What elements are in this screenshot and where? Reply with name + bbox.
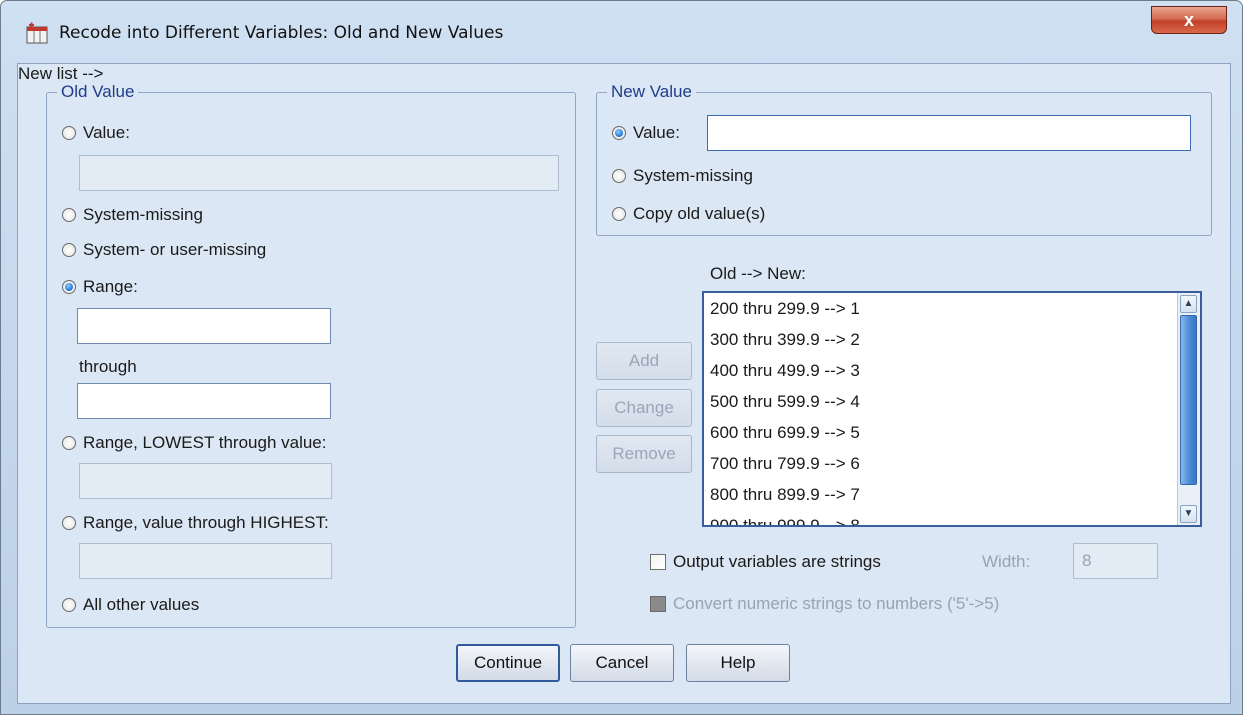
radio-label: Copy old value(s) <box>633 204 766 223</box>
new-value-field[interactable] <box>707 115 1191 151</box>
old-range-lowest-radio[interactable]: Range, LOWEST through value: <box>62 433 327 453</box>
change-button[interactable]: Change <box>596 389 692 427</box>
list-item[interactable]: 800 thru 899.9 --> 7 <box>704 479 1200 510</box>
width-field[interactable]: 8 <box>1073 543 1158 579</box>
close-icon: x <box>1183 10 1194 30</box>
new-value-group: New Value Value: System-missing Copy old… <box>596 82 1212 236</box>
radio-label: Value: <box>83 123 130 142</box>
range-lowest-field[interactable] <box>79 463 332 499</box>
list-item[interactable]: 300 thru 399.9 --> 2 <box>704 324 1200 355</box>
radio-label: System-missing <box>83 205 203 224</box>
radio-label: Value: <box>633 123 680 142</box>
dialog-client-area: Old Value Value: System-missing System- … <box>17 63 1231 704</box>
new-value-legend: New Value <box>607 82 696 102</box>
list-item[interactable]: 500 thru 599.9 --> 4 <box>704 386 1200 417</box>
scroll-thumb[interactable] <box>1180 315 1197 485</box>
old-range-highest-radio[interactable]: Range, value through HIGHEST: <box>62 513 329 533</box>
radio-label: Range: <box>83 277 138 296</box>
radio-label: Range, LOWEST through value: <box>83 433 327 452</box>
radio-button[interactable] <box>612 207 626 221</box>
radio-button[interactable] <box>612 169 626 183</box>
old-value-group: Old Value Value: System-missing System- … <box>46 82 576 628</box>
dialog-window: Recode into Different Variables: Old and… <box>0 0 1243 715</box>
new-value-radio[interactable]: Value: <box>612 123 680 143</box>
help-button[interactable]: Help <box>686 644 790 682</box>
old-system-or-user-missing-radio[interactable]: System- or user-missing <box>62 240 266 260</box>
range-to-field[interactable] <box>77 383 331 419</box>
output-strings-checkbox-row[interactable]: Output variables are strings <box>650 552 881 572</box>
radio-button[interactable] <box>62 598 76 612</box>
radio-label: All other values <box>83 595 200 614</box>
list-scrollbar[interactable]: ▲ ▼ <box>1177 293 1200 525</box>
window-title: Recode into Different Variables: Old and… <box>59 23 504 43</box>
cancel-button[interactable]: Cancel <box>570 644 674 682</box>
radio-label: System- or user-missing <box>83 240 267 259</box>
list-item[interactable]: 900 thru 999.9 --> 8 <box>704 510 1200 525</box>
radio-button[interactable] <box>62 208 76 222</box>
old-system-missing-radio[interactable]: System-missing <box>62 205 203 225</box>
radio-button[interactable] <box>62 280 76 294</box>
list-item[interactable]: 400 thru 499.9 --> 3 <box>704 355 1200 386</box>
output-strings-checkbox[interactable] <box>650 554 666 570</box>
convert-numeric-checkbox-row[interactable]: Convert numeric strings to numbers ('5'-… <box>650 594 999 614</box>
scroll-up-arrow-icon[interactable]: ▲ <box>1180 295 1197 313</box>
app-icon <box>26 22 48 44</box>
old-value-legend: Old Value <box>57 82 139 102</box>
list-item[interactable]: 700 thru 799.9 --> 6 <box>704 448 1200 479</box>
radio-button[interactable] <box>62 436 76 450</box>
radio-button[interactable] <box>612 126 626 140</box>
old-value-field[interactable] <box>79 155 559 191</box>
new-system-missing-radio[interactable]: System-missing <box>612 166 753 186</box>
add-button[interactable]: Add <box>596 342 692 380</box>
old-new-listbox[interactable]: 200 thru 299.9 --> 1 300 thru 399.9 --> … <box>702 291 1202 527</box>
list-item[interactable]: 600 thru 699.9 --> 5 <box>704 417 1200 448</box>
checkbox-label: Convert numeric strings to numbers ('5'-… <box>673 594 1000 613</box>
close-button[interactable]: x <box>1151 6 1227 34</box>
radio-button[interactable] <box>62 126 76 140</box>
continue-button[interactable]: Continue <box>456 644 560 682</box>
radio-label: Range, value through HIGHEST: <box>83 513 329 532</box>
radio-label: System-missing <box>633 166 753 185</box>
list-item[interactable]: 200 thru 299.9 --> 1 <box>704 293 1200 324</box>
radio-button[interactable] <box>62 516 76 530</box>
old-value-radio-value[interactable]: Value: <box>62 123 130 143</box>
width-label: Width: <box>982 552 1031 571</box>
old-range-radio[interactable]: Range: <box>62 277 138 297</box>
title-bar[interactable]: Recode into Different Variables: Old and… <box>1 1 1242 63</box>
checkbox-label: Output variables are strings <box>673 552 881 571</box>
range-highest-field[interactable] <box>79 543 332 579</box>
old-new-label: Old --> New: <box>710 264 806 283</box>
scroll-down-arrow-icon[interactable]: ▼ <box>1180 505 1197 523</box>
convert-numeric-checkbox[interactable] <box>650 596 666 612</box>
through-label: through <box>79 357 137 376</box>
radio-button[interactable] <box>62 243 76 257</box>
old-all-other-radio[interactable]: All other values <box>62 595 199 615</box>
remove-button[interactable]: Remove <box>596 435 692 473</box>
copy-old-value-radio[interactable]: Copy old value(s) <box>612 204 765 224</box>
range-from-field[interactable] <box>77 308 331 344</box>
